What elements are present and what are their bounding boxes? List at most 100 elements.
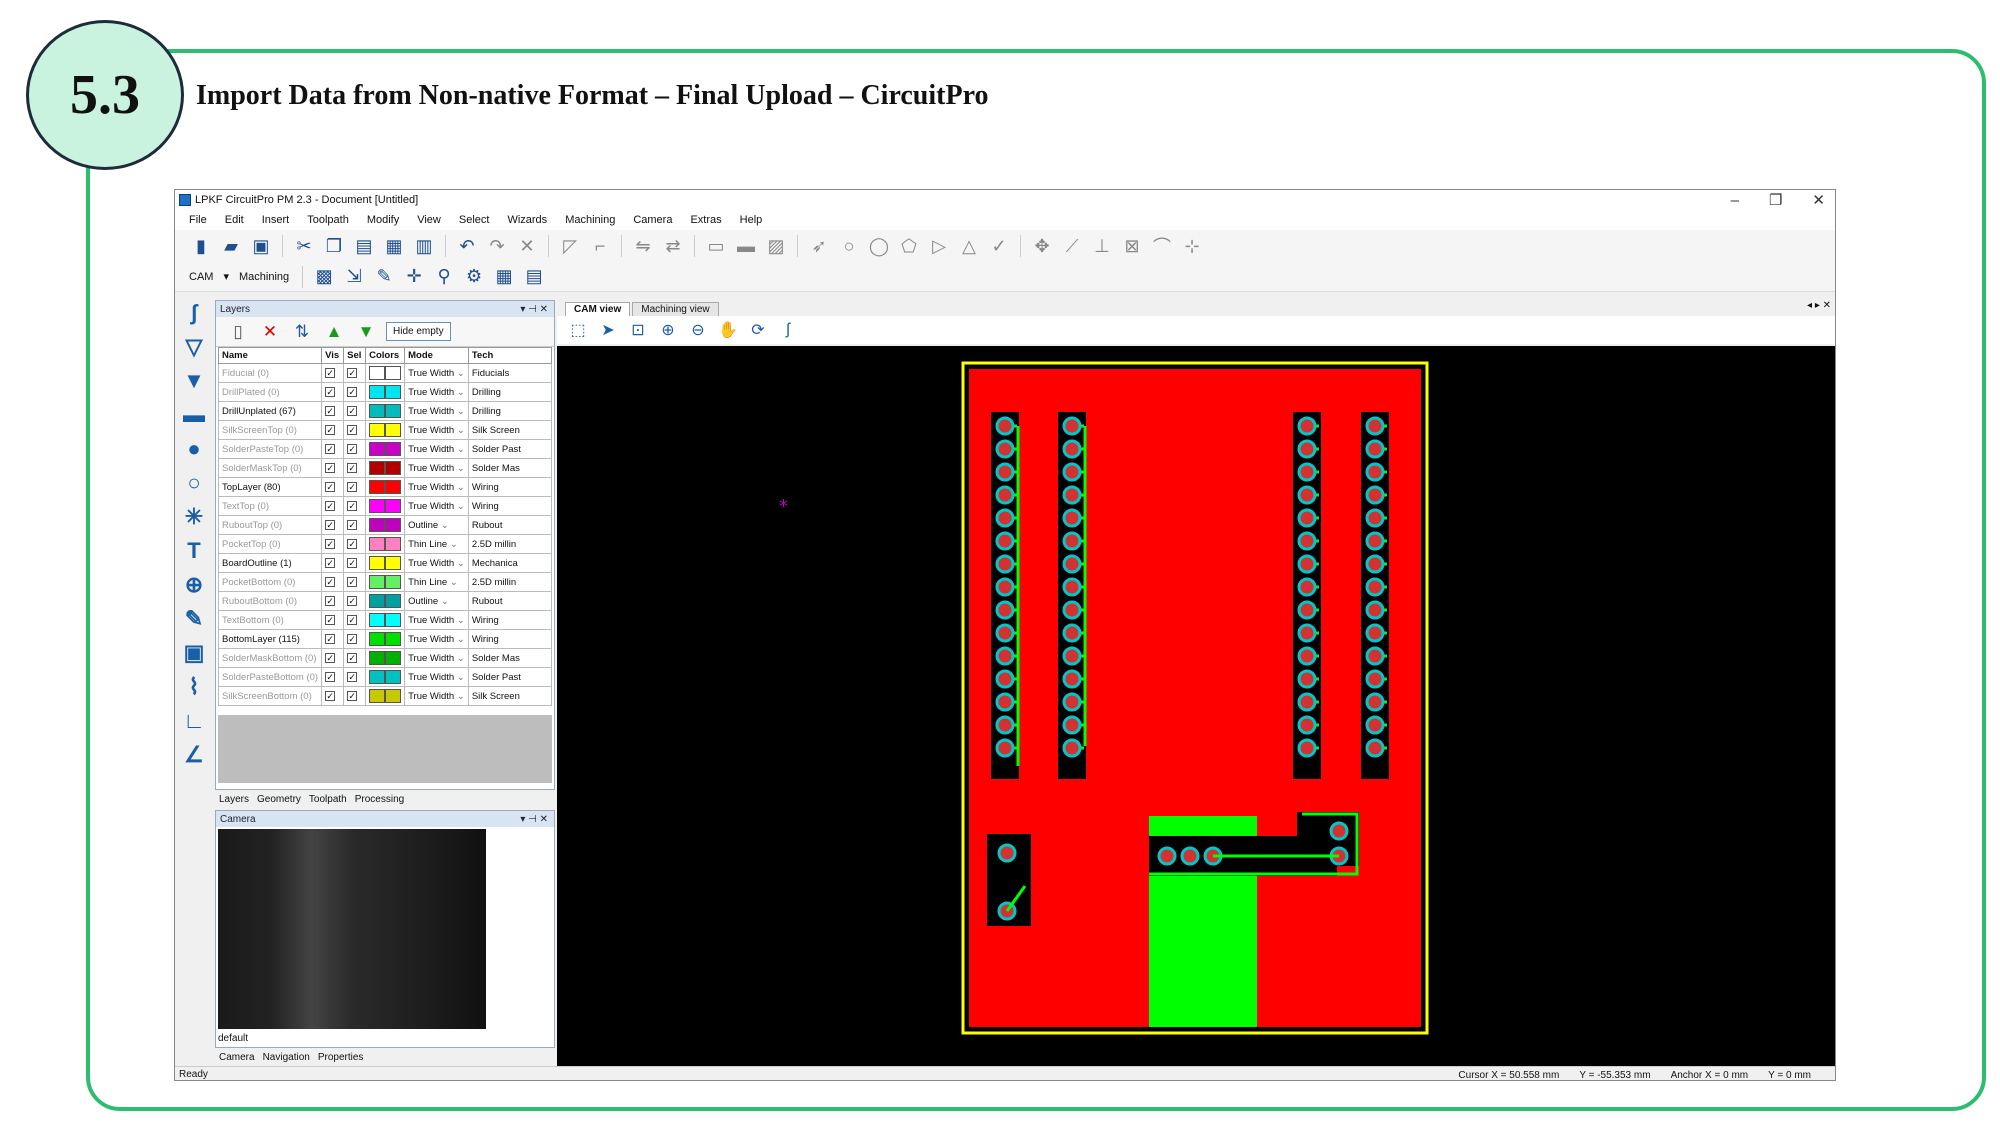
layer-mode[interactable]: True Width ⌄ (404, 477, 469, 497)
layer-color-swatch[interactable] (385, 518, 402, 532)
visible-checkbox[interactable]: ✓ (325, 595, 336, 606)
pen-tool-icon[interactable]: ✎ (179, 604, 209, 634)
layer-color-swatch[interactable] (385, 689, 402, 703)
measure-icon[interactable]: ⟋ (1060, 234, 1084, 258)
layer-color-swatch[interactable] (385, 442, 402, 456)
column-header[interactable]: Name (217, 347, 323, 364)
layer-mode[interactable]: True Width ⌄ (404, 629, 469, 649)
visible-checkbox[interactable]: ✓ (325, 443, 336, 454)
move-icon[interactable]: ✥ (1030, 234, 1054, 258)
menu-insert[interactable]: Insert (260, 214, 292, 226)
select-checkbox[interactable]: ✓ (347, 595, 358, 606)
layer-color-swatch[interactable] (385, 480, 402, 494)
select-tool-icon[interactable]: ◸ (558, 234, 582, 258)
distribute-icon[interactable]: ▬ (734, 234, 758, 258)
visible-checkbox[interactable]: ✓ (325, 690, 336, 701)
visible-checkbox[interactable]: ✓ (325, 462, 336, 473)
select-checkbox[interactable]: ✓ (347, 481, 358, 492)
machining-selector[interactable]: Machining (239, 271, 289, 283)
layer-color-swatch[interactable] (369, 689, 386, 703)
panel-controls[interactable]: ▾ ⊣ ✕ (520, 814, 548, 825)
zoom-in-icon[interactable]: ⊕ (657, 319, 679, 341)
visible-checkbox[interactable]: ✓ (325, 481, 336, 492)
visible-checkbox[interactable]: ✓ (325, 557, 336, 568)
arc-dimension-icon[interactable]: ⌒ (1150, 234, 1174, 258)
chevron-down-icon[interactable]: ⌄ (457, 501, 465, 512)
layer-color-swatch[interactable] (369, 480, 386, 494)
menu-machining[interactable]: Machining (563, 214, 617, 226)
chevron-down-icon[interactable]: ⌄ (457, 368, 465, 379)
layer-mode[interactable]: Thin Line ⌄ (404, 534, 469, 554)
layer-mode[interactable]: True Width ⌄ (404, 382, 469, 402)
select-checkbox[interactable]: ✓ (347, 424, 358, 435)
chevron-down-icon[interactable]: ⌄ (457, 387, 465, 398)
tab-toolpath[interactable]: Toolpath (309, 794, 347, 805)
chevron-down-icon[interactable]: ⌄ (441, 596, 449, 607)
select-checkbox[interactable]: ✓ (347, 652, 358, 663)
chevron-down-icon[interactable]: ⌄ (457, 615, 465, 626)
layer-color-swatch[interactable] (385, 423, 402, 437)
group-icon[interactable]: ▨ (764, 234, 788, 258)
layer-row[interactable]: SilkScreenTop (0) ✓ ✓ True Width ⌄ Silk Scre… (217, 420, 553, 440)
cut-icon[interactable]: ✂ (292, 234, 316, 258)
chevron-down-icon[interactable]: ⌄ (457, 463, 465, 474)
visible-checkbox[interactable]: ✓ (325, 386, 336, 397)
layer-mode[interactable]: True Width ⌄ (404, 648, 469, 668)
layer-color-swatch[interactable] (385, 632, 402, 646)
layer-row[interactable]: TopLayer (80) ✓ ✓ True Width ⌄ Wiring (217, 477, 553, 497)
dimension-icon[interactable]: ⊥ (1090, 234, 1114, 258)
chevron-down-icon[interactable]: ⌄ (457, 691, 465, 702)
layer-color-swatch[interactable] (369, 423, 386, 437)
save-icon[interactable]: ▣ (249, 234, 273, 258)
menu-select[interactable]: Select (457, 214, 492, 226)
measure-tool-icon[interactable]: ⌇ (179, 672, 209, 702)
layer-color-swatch[interactable] (385, 670, 402, 684)
circle-outline-icon[interactable]: ○ (179, 468, 209, 498)
layer-row[interactable]: TextTop (0) ✓ ✓ True Width ⌄ Wiring (217, 496, 553, 516)
new-document-icon[interactable]: ▮ (189, 234, 213, 258)
layer-color-swatch[interactable] (369, 575, 386, 589)
column-header[interactable]: Vis (321, 347, 345, 364)
mirror-icon[interactable]: ⇋ (631, 234, 655, 258)
panel-controls[interactable]: ▾ ⊣ ✕ (520, 304, 548, 315)
chevron-down-icon[interactable]: ⌄ (457, 406, 465, 417)
new-layer-icon[interactable]: ▯ (226, 320, 250, 344)
column-header[interactable]: Tech (467, 347, 553, 364)
layer-mode[interactable]: True Width ⌄ (404, 420, 469, 440)
layer-mode[interactable]: Outline ⌄ (404, 591, 469, 611)
print-preview-icon[interactable]: ▦ (382, 234, 406, 258)
layer-color-swatch[interactable] (369, 461, 386, 475)
dimension-x-icon[interactable]: ⊠ (1120, 234, 1144, 258)
layer-color-swatch[interactable] (369, 556, 386, 570)
layer-color-swatch[interactable] (385, 499, 402, 513)
layer-color-swatch[interactable] (385, 594, 402, 608)
move-down-icon[interactable]: ▼ (354, 320, 378, 344)
menu-edit[interactable]: Edit (223, 214, 246, 226)
zoom-fit-icon[interactable]: ⊡ (627, 319, 649, 341)
camera-icon[interactable]: ▣ (179, 638, 209, 668)
chevron-down-icon[interactable]: ⌄ (450, 539, 458, 550)
layer-color-swatch[interactable] (385, 366, 402, 380)
visible-checkbox[interactable]: ✓ (325, 652, 336, 663)
layer-mode[interactable]: True Width ⌄ (404, 458, 469, 478)
minimize-icon[interactable]: – (1731, 192, 1739, 209)
layer-mode[interactable]: True Width ⌄ (404, 363, 469, 383)
layer-row[interactable]: BoardOutline (1) ✓ ✓ True Width ⌄ Mechanica (217, 553, 553, 573)
restore-icon[interactable]: ❐ (1769, 191, 1782, 209)
column-header[interactable]: Mode (404, 347, 469, 364)
layer-mode[interactable]: Outline ⌄ (404, 515, 469, 535)
chevron-down-icon[interactable]: ⌄ (457, 672, 465, 683)
polygon-tool-icon[interactable]: ⬠ (897, 234, 921, 258)
paste-icon[interactable]: ▤ (352, 234, 376, 258)
layer-row[interactable]: SolderMaskTop (0) ✓ ✓ True Width ⌄ Solder Ma… (217, 458, 553, 478)
visible-checkbox[interactable]: ✓ (325, 633, 336, 644)
chevron-down-icon[interactable]: ⌄ (457, 634, 465, 645)
chevron-down-icon[interactable]: ⌄ (441, 520, 449, 531)
visible-checkbox[interactable]: ✓ (325, 500, 336, 511)
select-checkbox[interactable]: ✓ (347, 500, 358, 511)
select-checkbox[interactable]: ✓ (347, 538, 358, 549)
tool-library-icon[interactable]: ⚲ (432, 265, 456, 289)
tab-properties[interactable]: Properties (318, 1052, 364, 1063)
select-checkbox[interactable]: ✓ (347, 557, 358, 568)
layer-mode[interactable]: True Width ⌄ (404, 686, 469, 706)
